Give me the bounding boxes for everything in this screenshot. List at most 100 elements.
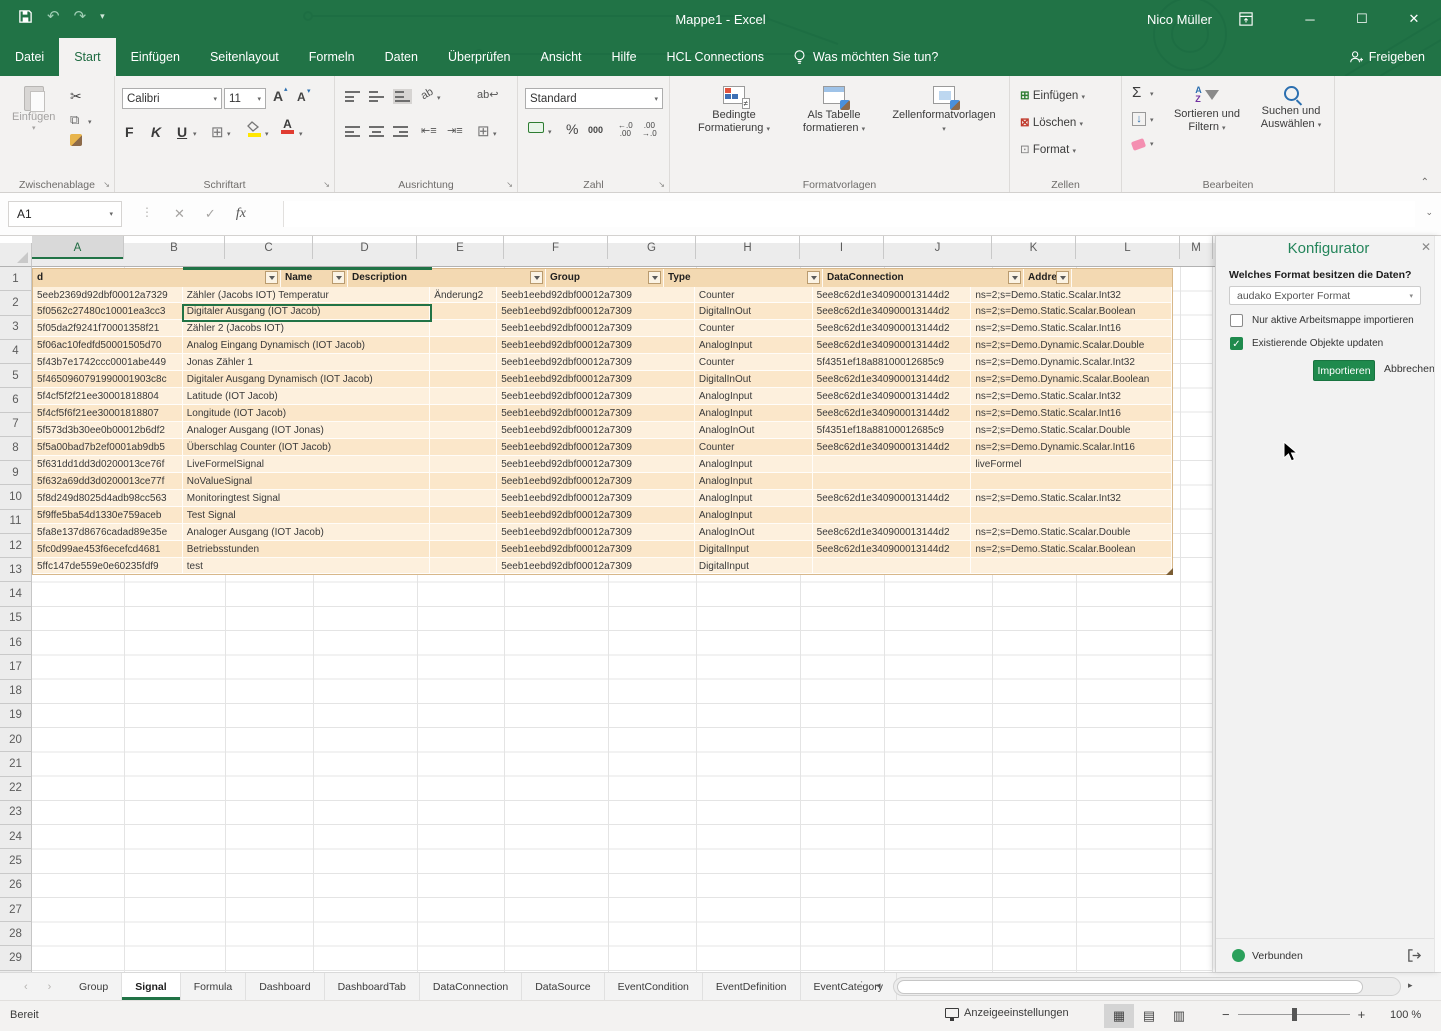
checkbox-update-objects[interactable]: ✓ Existierende Objekte updaten [1230, 337, 1383, 350]
cell-group[interactable]: 5eeb1eebd92dbf00012a7309 [497, 439, 695, 456]
alignment-dialog-launcher-icon[interactable]: ↘ [506, 180, 513, 189]
cell-type[interactable]: AnalogInput [695, 490, 813, 507]
align-top-icon[interactable] [345, 91, 360, 102]
cell-address[interactable]: ns=2;s=Demo.Dynamic.Scalar.Boolean [971, 371, 1172, 388]
column-header[interactable]: L [1076, 236, 1180, 259]
orientation-icon[interactable]: ab [419, 86, 436, 103]
cancel-button[interactable]: Abbrechen [1384, 363, 1435, 375]
row-header[interactable]: 4 [0, 340, 31, 364]
row-header[interactable]: 23 [0, 801, 31, 825]
cell-group[interactable]: 5eeb1eebd92dbf00012a7309 [497, 507, 695, 524]
conditional-formatting-button[interactable]: ≠ BedingteFormatierung ▾ [688, 86, 780, 136]
filter-dropdown-icon[interactable] [332, 271, 345, 284]
currency-dropdown-icon[interactable]: ▾ [548, 128, 552, 136]
align-bottom-icon[interactable] [393, 89, 412, 104]
column-header[interactable]: B [124, 236, 225, 259]
cell-address[interactable]: ns=2;s=Demo.Static.Scalar.Int16 [971, 320, 1172, 337]
cell-address[interactable]: ns=2;s=Demo.Dynamic.Scalar.Int16 [971, 439, 1172, 456]
cell-id[interactable]: 5f631dd1dd3d0200013ce76f [33, 456, 183, 473]
cell-dataconnection[interactable] [813, 473, 972, 490]
find-select-button[interactable]: Suchen undAuswählen ▾ [1252, 86, 1330, 132]
cell-type[interactable]: AnalogInOut [695, 524, 813, 541]
cell-description[interactable] [430, 541, 497, 558]
filter-dropdown-icon[interactable] [1056, 271, 1069, 284]
table-row[interactable]: 5f8d249d8025d4adb98cc563 Monitoringtest … [33, 490, 1172, 507]
cell-type[interactable]: AnalogInput [695, 337, 813, 354]
filter-dropdown-icon[interactable] [648, 271, 661, 284]
import-button[interactable]: Importieren [1313, 360, 1375, 381]
italic-icon[interactable]: K [151, 124, 161, 140]
formula-input[interactable] [283, 201, 1415, 227]
row-header[interactable]: 17 [0, 655, 31, 679]
column-header[interactable]: C [225, 236, 313, 259]
cell-dataconnection[interactable]: 5ee8c62d1e340900013144d2 [813, 490, 972, 507]
row-header[interactable]: 8 [0, 437, 31, 461]
cell-id[interactable]: 5fa8e137d8676cadad89e35e [33, 524, 183, 541]
cell-description[interactable] [430, 473, 497, 490]
number-dialog-launcher-icon[interactable]: ↘ [658, 180, 665, 189]
cell-type[interactable]: Counter [695, 439, 813, 456]
cell-dataconnection[interactable]: 5ee8c62d1e340900013144d2 [813, 287, 972, 304]
cell-description[interactable] [430, 507, 497, 524]
cell-address[interactable] [971, 558, 1172, 575]
cell-group[interactable]: 5eeb1eebd92dbf00012a7309 [497, 337, 695, 354]
page-break-view-icon[interactable]: ▥ [1164, 1004, 1194, 1028]
cell-dataconnection[interactable]: 5ee8c62d1e340900013144d2 [813, 405, 972, 422]
column-header[interactable]: H [696, 236, 800, 259]
row-header[interactable]: 20 [0, 728, 31, 752]
cell-address[interactable]: ns=2;s=Demo.Static.Scalar.Int32 [971, 388, 1172, 405]
zoom-in-icon[interactable]: + [1358, 1007, 1366, 1022]
autosum-icon[interactable]: Σ [1132, 84, 1141, 101]
panel-close-icon[interactable]: ✕ [1421, 240, 1431, 254]
table-row[interactable]: 5f631dd1dd3d0200013ce76f LiveFormelSigna… [33, 456, 1172, 473]
row-header[interactable]: 7 [0, 413, 31, 437]
currency-icon[interactable] [528, 122, 544, 133]
filter-dropdown-icon[interactable] [530, 271, 543, 284]
table-row[interactable]: 5f5a00bad7b2ef0001ab9db5 Überschlag Coun… [33, 439, 1172, 456]
cell-address[interactable]: liveFormel [971, 456, 1172, 473]
cell-description[interactable] [430, 303, 497, 320]
ribbon-tab[interactable]: Seitenlayout [195, 38, 294, 76]
bold-icon[interactable]: F [125, 124, 134, 140]
format-as-table-button[interactable]: Als Tabelleformatieren ▾ [788, 86, 880, 136]
cell-name[interactable]: Test Signal [183, 507, 431, 524]
horizontal-scrollbar[interactable] [893, 977, 1401, 996]
cell-type[interactable]: Counter [695, 354, 813, 371]
table-row[interactable]: 5f9ffe5ba54d1330e759aceb Test Signal 5ee… [33, 507, 1172, 524]
display-settings-button[interactable]: Anzeigeeinstellungen [945, 1007, 1069, 1019]
sort-filter-button[interactable]: AZ Sortieren undFiltern ▾ [1166, 86, 1248, 135]
cell-description[interactable] [430, 320, 497, 337]
cell-name[interactable]: Betriebsstunden [183, 541, 431, 558]
cell-dataconnection[interactable]: 5ee8c62d1e340900013144d2 [813, 439, 972, 456]
table-row[interactable]: 5f06ac10fedfd50001505d70 Analog Eingang … [33, 337, 1172, 354]
formula-bar-handle[interactable]: ⋮ [141, 205, 153, 219]
table-header-cell[interactable]: d [33, 269, 281, 287]
cell-group[interactable]: 5eeb1eebd92dbf00012a7309 [497, 405, 695, 422]
hscroll-left-icon[interactable]: ◂ [876, 980, 881, 991]
close-button[interactable]: ✕ [1397, 0, 1431, 38]
table-row[interactable]: 5f4650960791990001903c8c Digitaler Ausga… [33, 371, 1172, 388]
cell-type[interactable]: DigitalInOut [695, 371, 813, 388]
cell-group[interactable]: 5eeb1eebd92dbf00012a7309 [497, 303, 695, 320]
cell-description[interactable] [430, 422, 497, 439]
merge-center-icon[interactable]: ⊞ [477, 122, 490, 140]
table-header-cell[interactable]: DataConnection [823, 269, 1024, 287]
font-dialog-launcher-icon[interactable]: ↘ [323, 180, 330, 189]
cell-address[interactable]: ns=2;s=Demo.Dynamic.Scalar.Double [971, 337, 1172, 354]
cell-id[interactable]: 5eeb2369d92dbf00012a7329 [33, 287, 183, 304]
cell-id[interactable]: 5f632a69dd3d0200013ce77f [33, 473, 183, 490]
cell-type[interactable]: AnalogInput [695, 473, 813, 490]
row-header[interactable]: 21 [0, 752, 31, 776]
table-row[interactable]: 5fc0d99ae453f6ecefcd4681 Betriebsstunden… [33, 541, 1172, 558]
ribbon-tab[interactable]: Hilfe [597, 38, 652, 76]
column-header[interactable]: A [32, 236, 124, 259]
cell-dataconnection[interactable]: 5ee8c62d1e340900013144d2 [813, 320, 972, 337]
logout-icon[interactable] [1407, 948, 1422, 963]
maximize-button[interactable]: ☐ [1345, 0, 1379, 38]
cell-address[interactable] [971, 473, 1172, 490]
cell-address[interactable]: ns=2;s=Demo.Static.Scalar.Double [971, 422, 1172, 439]
table-row[interactable]: 5fa8e137d8676cadad89e35e Analoger Ausgan… [33, 524, 1172, 541]
cell-address[interactable]: ns=2;s=Demo.Static.Scalar.Int16 [971, 405, 1172, 422]
delete-cells-button[interactable]: ⊠ Löschen ▾ [1020, 115, 1083, 129]
cell-group[interactable]: 5eeb1eebd92dbf00012a7309 [497, 524, 695, 541]
